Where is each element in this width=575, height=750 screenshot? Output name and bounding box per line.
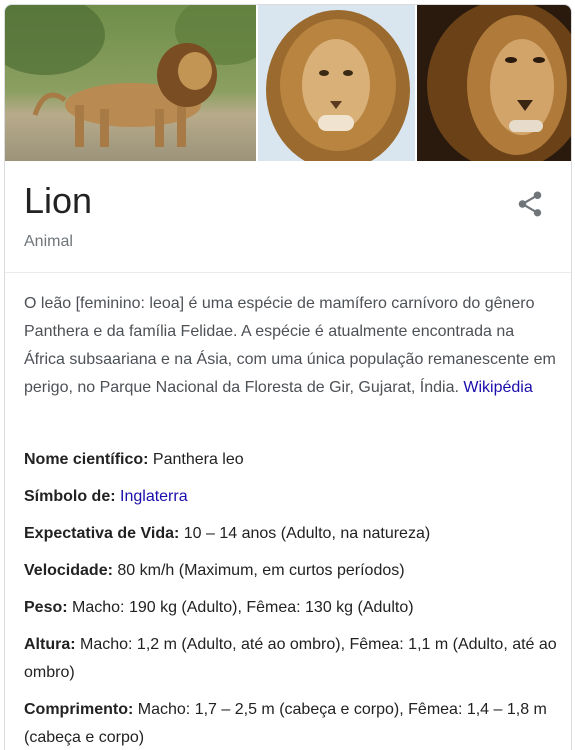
- panel-subtitle: Animal: [24, 233, 73, 250]
- lion-standing-image[interactable]: [5, 5, 256, 161]
- fact-weight: Peso: Macho: 190 kg (Adulto), Fêmea: 130…: [24, 594, 559, 622]
- fact-value: 10 – 14 anos (Adulto, na natureza): [183, 525, 431, 542]
- fact-value: Macho: 1,2 m (Adulto, até ao ombro), Fêm…: [24, 636, 557, 681]
- fact-label: Velocidade:: [24, 562, 113, 579]
- fact-speed: Velocidade: 80 km/h (Maximum, em curtos …: [24, 557, 559, 585]
- panel-header: Lion Animal: [5, 161, 571, 273]
- facts-list: Nome científico: Panthera leo Símbolo de…: [24, 446, 559, 750]
- fact-value: Macho: 190 kg (Adulto), Fêmea: 130 kg (A…: [72, 599, 414, 616]
- fact-label: Altura:: [24, 636, 76, 653]
- lion-closeup-image[interactable]: [417, 5, 571, 161]
- inglaterra-link[interactable]: Inglaterra: [120, 488, 188, 505]
- panel-title: Lion: [24, 180, 93, 221]
- panel-description: O leão [feminino: leoa] é uma espécie de…: [24, 290, 556, 402]
- fact-label: Expectativa de Vida:: [24, 525, 180, 542]
- fact-value: Panthera leo: [152, 451, 244, 468]
- fact-label: Nome científico:: [24, 451, 149, 468]
- fact-scientific-name: Nome científico: Panthera leo: [24, 446, 559, 474]
- fact-length: Comprimento: Macho: 1,7 – 2,5 m (cabeça …: [24, 696, 559, 750]
- share-icon[interactable]: [515, 189, 545, 219]
- wikipedia-link[interactable]: Wikipédia: [463, 379, 532, 396]
- fact-label: Comprimento:: [24, 701, 134, 718]
- fact-label: Símbolo de:: [24, 488, 116, 505]
- lion-portrait-image[interactable]: [258, 5, 415, 161]
- image-strip: [5, 5, 571, 161]
- fact-symbol-of: Símbolo de: Inglaterra: [24, 483, 559, 511]
- fact-value: 80 km/h (Maximum, em curtos períodos): [117, 562, 405, 579]
- fact-height: Altura: Macho: 1,2 m (Adulto, até ao omb…: [24, 631, 559, 687]
- fact-label: Peso:: [24, 599, 68, 616]
- knowledge-panel: Lion Animal O leão [feminino: leoa] é um…: [4, 4, 572, 750]
- fact-life-expectancy: Expectativa de Vida: 10 – 14 anos (Adult…: [24, 520, 559, 548]
